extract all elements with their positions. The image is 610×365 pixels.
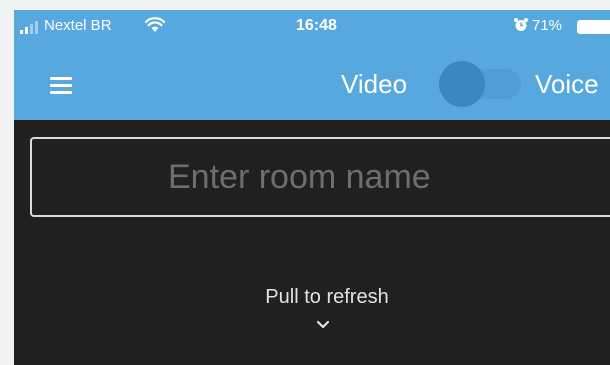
battery-percent: 71% <box>532 17 563 34</box>
screenshot-frame: Nextel BR 16:48 71% Video Voice Enter ro… <box>0 0 610 365</box>
status-bar: Nextel BR 16:48 71% <box>14 10 610 44</box>
wifi-icon <box>145 17 165 32</box>
app-screen: Nextel BR 16:48 71% Video Voice Enter ro… <box>14 10 610 365</box>
battery-icon <box>577 20 610 34</box>
app-bar: Nextel BR 16:48 71% Video Voice <box>14 10 610 120</box>
hamburger-menu-icon[interactable] <box>50 77 72 95</box>
signal-bars-icon <box>20 21 38 34</box>
video-mode-label: Video <box>341 69 408 99</box>
chevron-down-icon <box>316 320 330 329</box>
toggle-thumb <box>439 61 485 107</box>
alarm-icon <box>514 18 528 31</box>
status-time: 16:48 <box>296 17 337 34</box>
video-voice-toggle[interactable] <box>439 61 521 107</box>
carrier-name: Nextel BR <box>44 17 112 34</box>
room-name-input[interactable] <box>30 137 610 217</box>
pull-to-refresh-label: Pull to refresh <box>265 286 389 308</box>
pull-to-refresh: Pull to refresh <box>14 286 610 309</box>
voice-mode-label: Voice <box>535 69 599 99</box>
